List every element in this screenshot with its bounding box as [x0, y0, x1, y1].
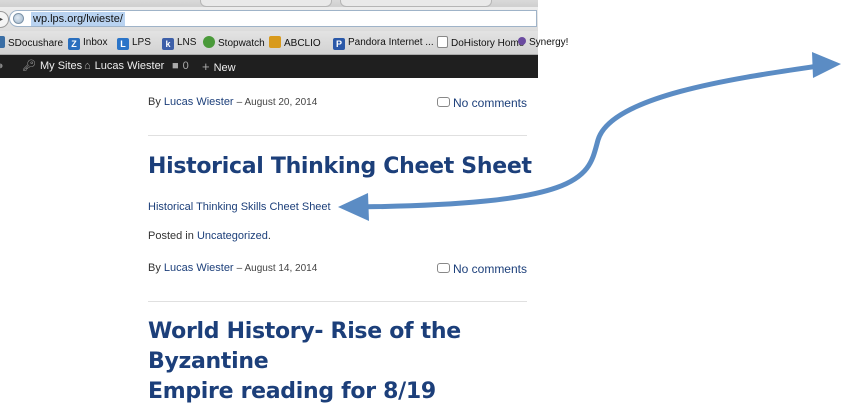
- post-title-line: Empire reading for 8/19: [148, 379, 436, 404]
- annotation-arrow: [338, 52, 841, 221]
- arrowhead-left: [338, 193, 369, 221]
- arrowhead-right: [812, 52, 841, 78]
